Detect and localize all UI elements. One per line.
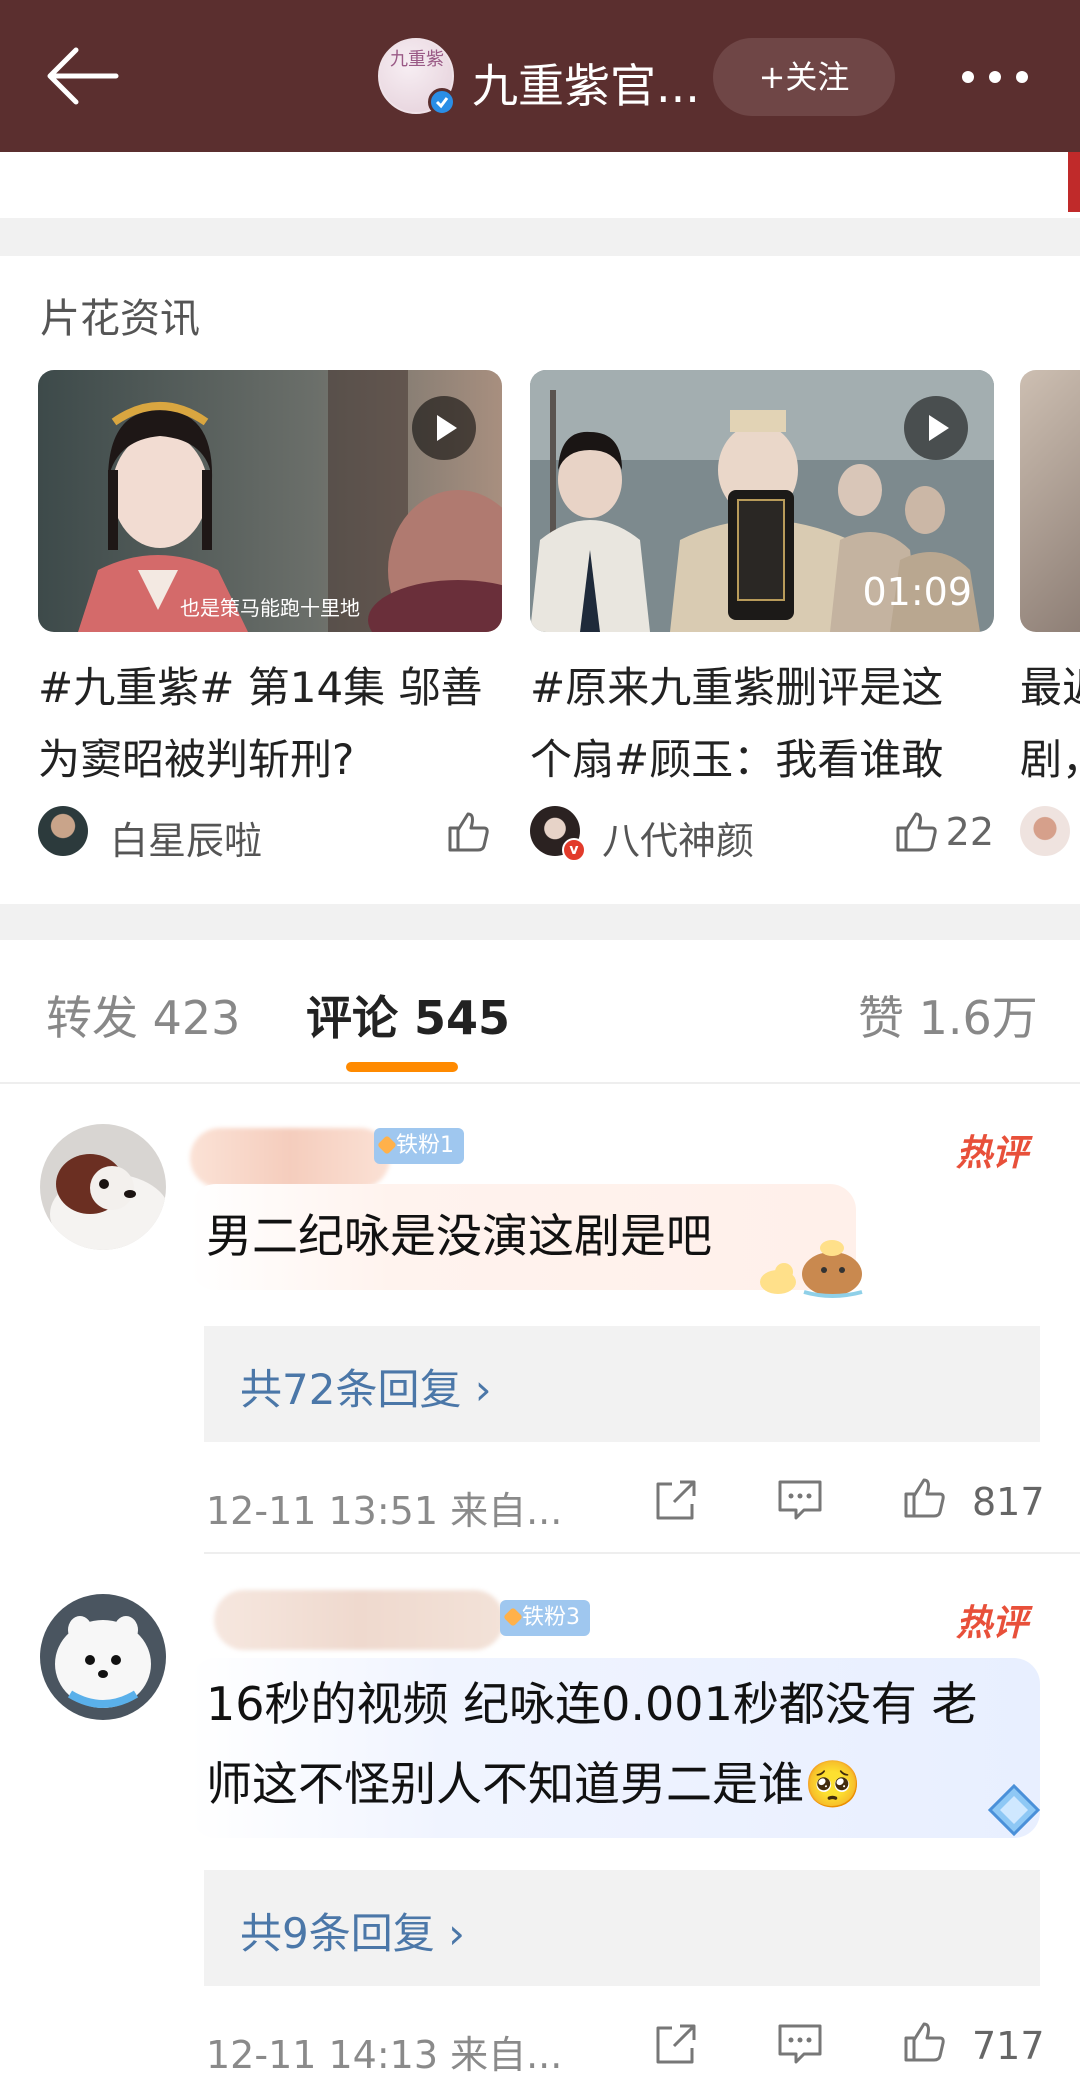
comment-meta: 12-11 13:51 来自... [206, 1489, 563, 1533]
hot-comment-badge: 热评 [955, 1133, 1028, 1174]
thumbs-up-icon[interactable] [444, 808, 492, 856]
video-author-row [1020, 804, 1080, 860]
comment-text-line: 师这不怪别人不知道男二是谁🥺 [206, 1757, 862, 1811]
comment-text: 16秒的视频 纪咏连0.001秒都没有 老 师这不怪别人不知道男二是谁🥺 [206, 1664, 977, 1824]
video-duration: 01:09 [862, 570, 972, 614]
replies-link[interactable]: 共9条回复 › [240, 1900, 465, 1961]
video-title-line: 个扇#顾玉：我看谁敢 [530, 735, 944, 784]
share-icon[interactable] [652, 2020, 700, 2068]
divider [204, 1552, 1080, 1554]
fan-heart-icon [503, 1607, 523, 1627]
diamond-sticker-icon [984, 1780, 1044, 1840]
like-count: 817 [972, 1480, 1045, 1524]
video-card[interactable]: 最近 剧， [1020, 370, 1080, 870]
tab-repost[interactable]: 转发 423 [46, 982, 240, 1048]
video-subtitle: 也是策马能跑十里地 [180, 596, 360, 620]
like-count: 22 [945, 810, 994, 854]
video-thumbnail[interactable]: 也是策马能跑十里地 [38, 370, 502, 632]
comment-icon[interactable] [776, 2020, 824, 2068]
video-title-line: 剧， [1020, 735, 1080, 784]
view-replies-button[interactable]: 共72条回复 › [204, 1326, 1040, 1442]
author-avatar[interactable] [38, 806, 88, 856]
video-thumbnail[interactable]: 01:09 [530, 370, 994, 632]
video-title[interactable]: #原来九重紫删评是这 个扇#顾玉：我看谁敢 [530, 652, 994, 796]
author-avatar[interactable] [1020, 806, 1070, 856]
verified-icon [428, 88, 456, 116]
avatar-logo-text: 九重紫 [390, 49, 444, 70]
commenter-name-blurred[interactable] [214, 1590, 504, 1650]
video-title-line: #九重紫# 第14集 邬善 [38, 663, 483, 712]
share-icon[interactable] [652, 1476, 700, 1524]
comment-meta: 12-11 14:13 来自... [206, 2033, 563, 2077]
commenter-name-blurred[interactable] [190, 1128, 390, 1188]
tab-comments[interactable]: 评论 545 [306, 982, 510, 1048]
section-gap [0, 218, 1080, 256]
like-count: 717 [972, 2024, 1045, 2068]
more-options-icon[interactable] [958, 60, 1032, 94]
hot-comment-badge: 热评 [955, 1603, 1028, 1644]
fan-heart-icon [377, 1135, 397, 1155]
thumbs-up-icon[interactable] [892, 808, 940, 856]
thumbs-up-icon[interactable] [900, 1474, 948, 1522]
back-arrow-icon[interactable] [42, 44, 122, 108]
play-icon[interactable] [904, 396, 968, 460]
comment-icon[interactable] [776, 1476, 824, 1524]
fan-badge: 铁粉1 [374, 1128, 464, 1164]
video-thumbnail[interactable] [1020, 370, 1080, 632]
capybara-sticker-icon [754, 1234, 868, 1300]
section-gap [0, 904, 1080, 940]
video-title-line: #原来九重紫删评是这 [530, 663, 944, 712]
account-name[interactable]: 九重紫官... [472, 50, 712, 116]
top-bar: 九重紫 九重紫官... +关注 [0, 0, 1080, 152]
follow-button[interactable]: +关注 [713, 38, 895, 116]
commenter-avatar[interactable] [40, 1594, 166, 1720]
replies-link[interactable]: 共72条回复 › [240, 1356, 492, 1417]
active-tab-indicator [346, 1062, 458, 1072]
play-icon[interactable] [412, 396, 476, 460]
verified-v-icon: v [562, 838, 586, 862]
profile-card-edge [0, 152, 1080, 218]
video-title-line: 为窦昭被判斩刑? [38, 735, 355, 784]
author-name[interactable]: 八代神颜 [602, 810, 754, 865]
comment-text-line: 16秒的视频 纪咏连0.001秒都没有 老 [206, 1677, 978, 1731]
comment-text: 男二纪咏是没演这剧是吧 [206, 1209, 712, 1263]
tab-likes[interactable]: 赞 1.6万 [858, 982, 1038, 1048]
section-title: 片花资讯 [40, 296, 200, 342]
thumbs-up-icon[interactable] [900, 2018, 948, 2066]
commenter-avatar[interactable] [40, 1124, 166, 1250]
view-replies-button[interactable]: 共9条回复 › [204, 1870, 1040, 1986]
card-edge-accent [1068, 152, 1080, 212]
fan-badge-label: 铁粉1 [396, 1133, 454, 1158]
author-name[interactable]: 白星辰啦 [110, 810, 262, 865]
divider [0, 1082, 1080, 1084]
video-author-row: 白星辰啦 [38, 804, 502, 863]
fan-badge-label: 铁粉3 [522, 1605, 580, 1630]
fan-badge: 铁粉3 [500, 1600, 590, 1636]
video-author-row: v 八代神颜 22 [530, 804, 994, 863]
video-title-line: 最近 [1020, 663, 1080, 712]
video-title[interactable]: 最近 剧， [1020, 652, 1080, 796]
video-title[interactable]: #九重紫# 第14集 邬善 为窦昭被判斩刑? [38, 652, 502, 796]
